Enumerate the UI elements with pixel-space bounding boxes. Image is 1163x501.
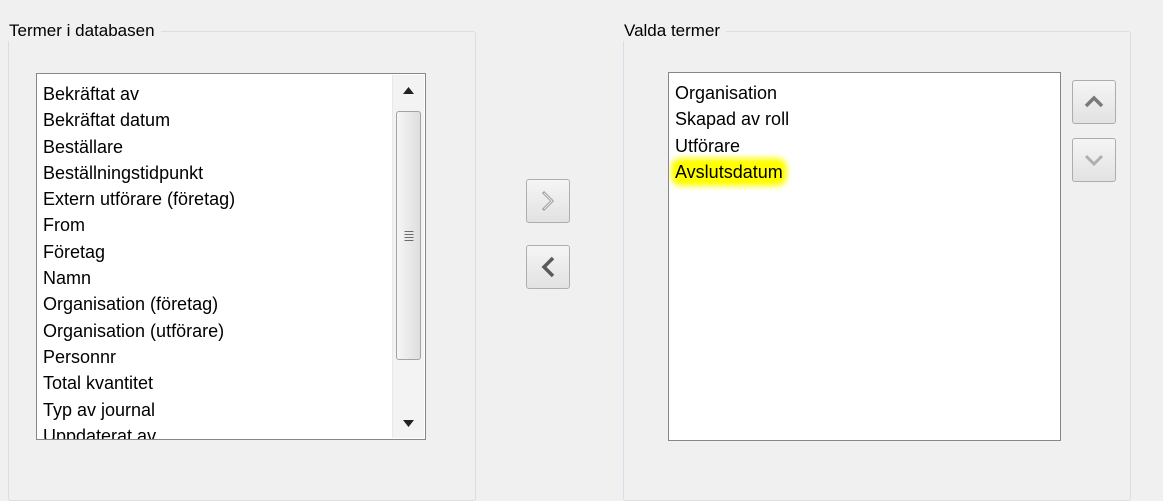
list-item[interactable]: Skapad av roll bbox=[674, 106, 1060, 132]
list-item[interactable]: Extern utförare (företag) bbox=[42, 186, 425, 212]
database-terms-scrollbar[interactable] bbox=[392, 75, 424, 438]
list-item-label: Typ av journal bbox=[43, 399, 156, 420]
scroll-up-arrow-icon[interactable] bbox=[393, 75, 424, 105]
selected-terms-title: Valda termer bbox=[622, 21, 727, 41]
terms-in-database-title: Termer i databasen bbox=[7, 21, 161, 41]
list-item-label: Avslutsdatum bbox=[675, 161, 783, 182]
list-item-label: From bbox=[43, 215, 85, 236]
list-item-label: Bekräftat datum bbox=[43, 110, 171, 131]
chevron-up-icon bbox=[1083, 95, 1105, 109]
move-down-button[interactable] bbox=[1072, 138, 1116, 182]
list-item-label: Utförare bbox=[675, 135, 741, 156]
list-item-label: Beställningstidpunkt bbox=[43, 162, 204, 183]
list-item-label: Uppdaterat av bbox=[43, 425, 157, 440]
list-item[interactable]: Utförare bbox=[674, 133, 1060, 159]
list-item[interactable]: Organisation bbox=[674, 80, 1060, 106]
list-item-label: Organisation (utförare) bbox=[43, 320, 225, 341]
list-item-label: Organisation (företag) bbox=[43, 294, 219, 315]
list-item-label: Namn bbox=[43, 268, 92, 289]
list-item[interactable]: Personnr bbox=[42, 344, 425, 370]
list-item-label: Extern utförare (företag) bbox=[43, 189, 236, 210]
list-item[interactable]: Bekräftat datum bbox=[42, 107, 425, 133]
list-item[interactable]: Beställningstidpunkt bbox=[42, 160, 425, 186]
list-item[interactable]: Uppdaterat av bbox=[42, 423, 425, 440]
list-item-label: Skapad av roll bbox=[675, 109, 790, 130]
scrollbar-thumb[interactable] bbox=[396, 111, 421, 360]
database-terms-listbox[interactable]: Bekräftat av Bekräftat datum Beställare Bes… bbox=[36, 73, 426, 440]
selected-terms-listbox[interactable]: Organisation Skapad av roll Utförare Avslut… bbox=[668, 72, 1061, 441]
remove-term-button[interactable] bbox=[526, 245, 570, 289]
list-item[interactable]: Total kvantitet bbox=[42, 370, 425, 396]
list-item-label: Personnr bbox=[43, 346, 117, 367]
list-item-label: Företag bbox=[43, 241, 106, 262]
move-up-button[interactable] bbox=[1072, 80, 1116, 124]
list-item[interactable]: Bekräftat av bbox=[42, 81, 425, 107]
list-item-label: Bekräftat av bbox=[43, 84, 140, 104]
chevron-down-icon bbox=[1083, 153, 1105, 167]
list-item[interactable]: Avslutsdatum bbox=[674, 159, 1060, 185]
list-item-label: Beställare bbox=[43, 136, 124, 157]
chevron-right-icon bbox=[540, 190, 556, 212]
list-item[interactable]: Typ av journal bbox=[42, 397, 425, 423]
list-item[interactable]: Namn bbox=[42, 265, 425, 291]
list-item-label: Total kvantitet bbox=[43, 373, 154, 394]
scrollbar-grip-icon bbox=[404, 229, 413, 243]
scroll-down-arrow-icon[interactable] bbox=[393, 408, 424, 438]
list-item[interactable]: Organisation (utförare) bbox=[42, 318, 425, 344]
list-item[interactable]: Företag bbox=[42, 239, 425, 265]
list-item[interactable]: From bbox=[42, 212, 425, 238]
list-item[interactable]: Organisation (företag) bbox=[42, 291, 425, 317]
list-item[interactable]: Beställare bbox=[42, 134, 425, 160]
list-item-label: Organisation bbox=[675, 83, 778, 103]
add-term-button[interactable] bbox=[526, 179, 570, 223]
chevron-left-icon bbox=[540, 256, 556, 278]
